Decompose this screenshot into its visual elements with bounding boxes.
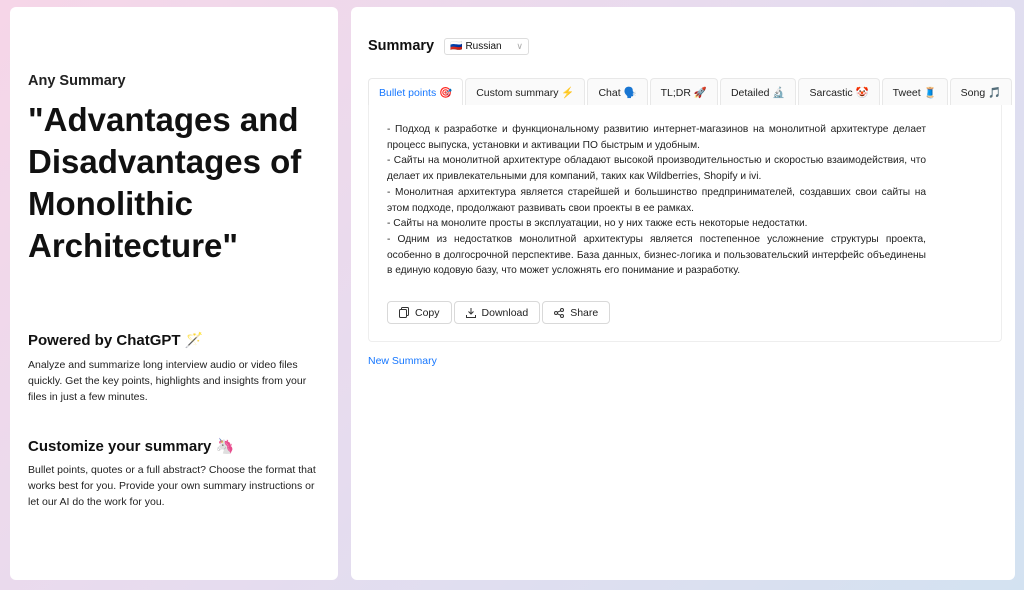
tab-sarcastic[interactable]: Sarcastic 🤡 [798,78,880,105]
copy-icon [399,307,409,318]
download-button[interactable]: Download [453,301,541,324]
page-title: "Advantages and Disadvantages of Monolit… [28,101,302,264]
bullet-item: - Монолитная архитектура является старей… [387,186,926,214]
language-value: Russian [465,41,502,52]
share-label: Share [570,306,599,319]
powered-heading: Powered by ChatGPT 🪄 [28,332,204,349]
tab-content: - Подход к разработке и функциональному … [368,105,1002,342]
chevron-down-icon: ∨ [516,41,523,51]
summary-panel: Summary 🇷🇺 Russian ∨ Bullet points 🎯 Cus… [351,7,1015,580]
download-label: Download [481,306,529,319]
bullet-item: - Сайты на монолите просты в эксплуатаци… [387,218,808,230]
powered-text: Analyze and summarize long interview aud… [28,359,307,403]
info-panel: Any Summary "Advantages and Disadvantage… [10,7,338,580]
brand-name: Any Summary [28,73,126,89]
tab-song[interactable]: Song 🎵 [949,78,1013,105]
tab-custom-summary[interactable]: Custom summary ⚡ [465,78,586,105]
summary-text: - Подход к разработке и функциональному … [387,122,926,279]
tab-bullet-points[interactable]: Bullet points 🎯 [368,78,464,105]
language-select[interactable]: 🇷🇺 Russian ∨ [444,38,529,55]
copy-label: Copy [415,306,440,319]
bullet-item: - Сайты на монолитной архитектуре облада… [387,155,926,183]
tab-detailed[interactable]: Detailed 🔬 [719,78,797,105]
flag-icon: 🇷🇺 [450,41,463,52]
share-button[interactable]: Share [542,301,611,324]
customize-text: Bullet points, quotes or a full abstract… [28,464,316,508]
summary-heading: Summary [368,38,435,54]
bullet-item: - Подход к разработке и функциональному … [387,124,926,151]
summary-tabs: Bullet points 🎯 Custom summary ⚡ Chat 🗣️… [368,78,1013,105]
copy-button[interactable]: Copy [387,301,452,324]
share-icon [554,307,565,318]
tab-chat[interactable]: Chat 🗣️ [587,78,648,105]
tab-tldr[interactable]: TL;DR 🚀 [649,78,718,105]
new-summary-link[interactable]: New Summary [368,355,437,367]
download-icon [465,307,476,318]
tab-tweet[interactable]: Tweet 🧵 [881,78,948,105]
customize-heading: Customize your summary 🦄 [28,438,235,455]
bullet-item: - Одним из недостатков монолитной архите… [387,233,926,277]
